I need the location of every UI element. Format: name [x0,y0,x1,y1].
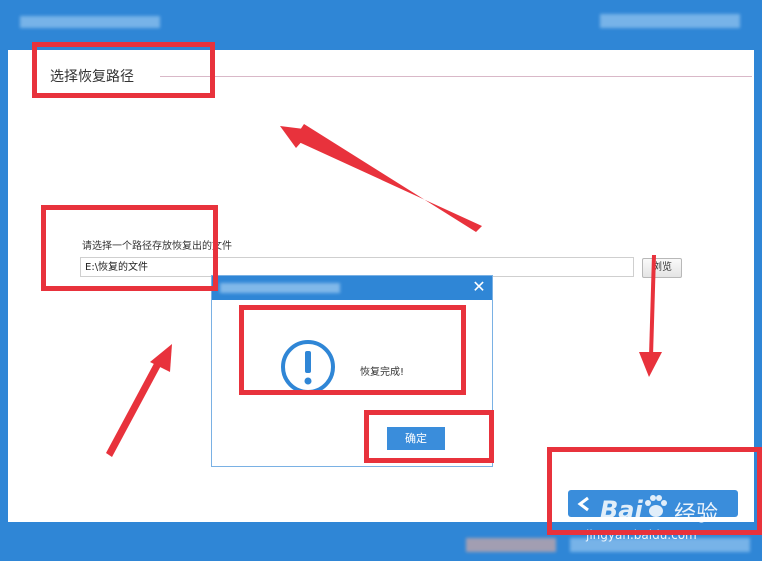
annotation-arrows [106,124,662,457]
arrow-down [649,255,656,356]
arrow-down-head [639,352,662,377]
arrow-to-title [283,124,482,232]
arrow-to-path [106,356,164,457]
